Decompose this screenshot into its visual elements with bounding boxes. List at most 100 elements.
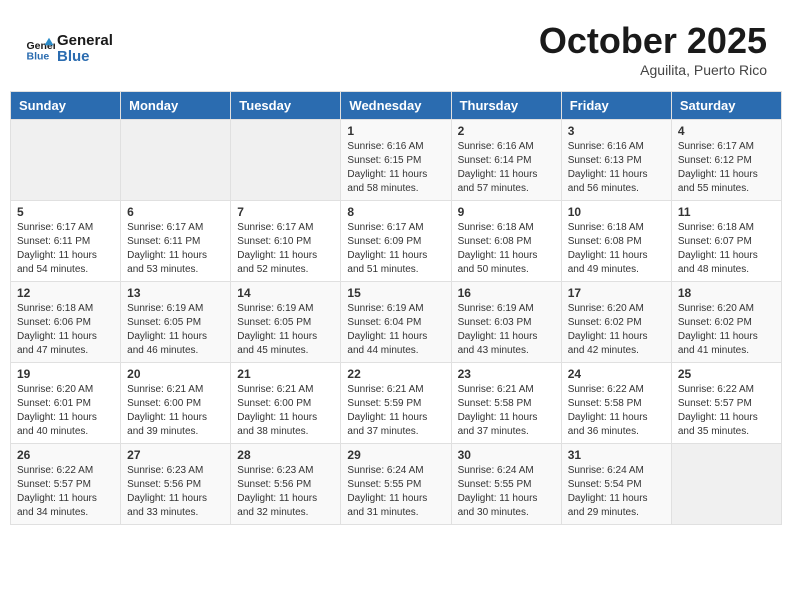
table-row: 9 Sunrise: 6:18 AMSunset: 6:08 PMDaylight… [451,201,561,282]
col-sunday: Sunday [11,92,121,120]
day-number: 15 [347,286,444,300]
calendar-header-row: Sunday Monday Tuesday Wednesday Thursday… [11,92,782,120]
table-row [11,120,121,201]
day-info: Sunrise: 6:19 AMSunset: 6:05 PMDaylight:… [237,302,334,358]
calendar-week-row: 1 Sunrise: 6:16 AMSunset: 6:15 PMDaylight… [11,120,782,201]
title-block: October 2025 Aguilita, Puerto Rico [539,20,767,78]
day-info: Sunrise: 6:20 AMSunset: 6:01 PMDaylight:… [17,383,114,439]
table-row: 26Sunrise: 6:22 AMSunset: 5:57 PMDayligh… [11,444,121,525]
day-info: Sunrise: 6:18 AMSunset: 6:07 PMDaylight:… [678,221,775,277]
day-info: Sunrise: 6:22 AMSunset: 5:57 PMDaylight:… [17,464,114,520]
table-row: 8 Sunrise: 6:17 AMSunset: 6:09 PMDaylight… [341,201,451,282]
day-number: 9 [458,205,555,219]
day-info: Sunrise: 6:17 AMSunset: 6:12 PMDaylight:… [678,140,775,196]
day-number: 12 [17,286,114,300]
day-info: Sunrise: 6:21 AMSunset: 6:00 PMDaylight:… [127,383,224,439]
day-info: Sunrise: 6:16 AMSunset: 6:14 PMDaylight:… [458,140,555,196]
table-row: 31 Sunrise: 6:24 AMSunset: 5:54 PMDayligh… [561,444,671,525]
day-info: Sunrise: 6:19 AMSunset: 6:04 PMDaylight:… [347,302,444,358]
day-info: Sunrise: 6:17 AMSunset: 6:11 PMDaylight:… [127,221,224,277]
day-number: 28 [237,448,334,462]
table-row: 10 Sunrise: 6:18 AMSunset: 6:08 PMDayligh… [561,201,671,282]
table-row: 25Sunrise: 6:22 AMSunset: 5:57 PMDayligh… [671,363,781,444]
calendar-week-row: 12 Sunrise: 6:18 AMSunset: 6:06 PMDayligh… [11,282,782,363]
day-number: 1 [347,124,444,138]
table-row: 29 Sunrise: 6:24 AMSunset: 5:55 PMDayligh… [341,444,451,525]
calendar-week-row: 5 Sunrise: 6:17 AMSunset: 6:11 PMDaylight… [11,201,782,282]
day-info: Sunrise: 6:22 AMSunset: 5:58 PMDaylight:… [568,383,665,439]
day-number: 30 [458,448,555,462]
day-info: Sunrise: 6:24 AMSunset: 5:54 PMDaylight:… [568,464,665,520]
table-row [121,120,231,201]
day-number: 20 [127,367,224,381]
table-row: 16 Sunrise: 6:19 AMSunset: 6:03 PMDayligh… [451,282,561,363]
day-info: Sunrise: 6:20 AMSunset: 6:02 PMDaylight:… [568,302,665,358]
day-number: 18 [678,286,775,300]
day-info: Sunrise: 6:19 AMSunset: 6:03 PMDaylight:… [458,302,555,358]
calendar-week-row: 26Sunrise: 6:22 AMSunset: 5:57 PMDayligh… [11,444,782,525]
day-number: 2 [458,124,555,138]
table-row [671,444,781,525]
table-row: 18 Sunrise: 6:20 AMSunset: 6:02 PMDayligh… [671,282,781,363]
calendar-week-row: 19Sunrise: 6:20 AMSunset: 6:01 PMDayligh… [11,363,782,444]
day-number: 29 [347,448,444,462]
day-info: Sunrise: 6:20 AMSunset: 6:02 PMDaylight:… [678,302,775,358]
logo-icon: General Blue [25,34,55,64]
col-tuesday: Tuesday [231,92,341,120]
table-row: 28 Sunrise: 6:23 AMSunset: 5:56 PMDayligh… [231,444,341,525]
day-info: Sunrise: 6:16 AMSunset: 6:15 PMDaylight:… [347,140,444,196]
table-row: 27 Sunrise: 6:23 AMSunset: 5:56 PMDayligh… [121,444,231,525]
col-monday: Monday [121,92,231,120]
logo-general-text: General [57,32,113,49]
table-row: 14 Sunrise: 6:19 AMSunset: 6:05 PMDayligh… [231,282,341,363]
day-info: Sunrise: 6:18 AMSunset: 6:08 PMDaylight:… [458,221,555,277]
table-row: 21 Sunrise: 6:21 AMSunset: 6:00 PMDayligh… [231,363,341,444]
page-header: General Blue General Blue October 2025 A… [10,10,782,83]
table-row: 3 Sunrise: 6:16 AMSunset: 6:13 PMDaylight… [561,120,671,201]
day-number: 6 [127,205,224,219]
day-number: 16 [458,286,555,300]
table-row: 13Sunrise: 6:19 AMSunset: 6:05 PMDayligh… [121,282,231,363]
day-number: 5 [17,205,114,219]
table-row: 11Sunrise: 6:18 AMSunset: 6:07 PMDayligh… [671,201,781,282]
day-info: Sunrise: 6:16 AMSunset: 6:13 PMDaylight:… [568,140,665,196]
day-info: Sunrise: 6:24 AMSunset: 5:55 PMDaylight:… [347,464,444,520]
day-info: Sunrise: 6:17 AMSunset: 6:10 PMDaylight:… [237,221,334,277]
day-number: 7 [237,205,334,219]
day-number: 27 [127,448,224,462]
day-number: 22 [347,367,444,381]
day-number: 23 [458,367,555,381]
table-row: 30 Sunrise: 6:24 AMSunset: 5:55 PMDayligh… [451,444,561,525]
day-info: Sunrise: 6:21 AMSunset: 5:59 PMDaylight:… [347,383,444,439]
day-info: Sunrise: 6:18 AMSunset: 6:06 PMDaylight:… [17,302,114,358]
day-info: Sunrise: 6:23 AMSunset: 5:56 PMDaylight:… [127,464,224,520]
day-number: 4 [678,124,775,138]
table-row: 6 Sunrise: 6:17 AMSunset: 6:11 PMDaylight… [121,201,231,282]
day-number: 3 [568,124,665,138]
day-number: 14 [237,286,334,300]
day-number: 17 [568,286,665,300]
table-row: 4 Sunrise: 6:17 AMSunset: 6:12 PMDaylight… [671,120,781,201]
calendar-table: Sunday Monday Tuesday Wednesday Thursday… [10,91,782,525]
day-info: Sunrise: 6:23 AMSunset: 5:56 PMDaylight:… [237,464,334,520]
day-info: Sunrise: 6:21 AMSunset: 5:58 PMDaylight:… [458,383,555,439]
col-friday: Friday [561,92,671,120]
table-row: 1 Sunrise: 6:16 AMSunset: 6:15 PMDaylight… [341,120,451,201]
day-number: 31 [568,448,665,462]
table-row: 15 Sunrise: 6:19 AMSunset: 6:04 PMDayligh… [341,282,451,363]
day-number: 24 [568,367,665,381]
logo: General Blue General Blue [25,33,113,66]
location-subtitle: Aguilita, Puerto Rico [539,62,767,78]
table-row: 7 Sunrise: 6:17 AMSunset: 6:10 PMDaylight… [231,201,341,282]
table-row: 24 Sunrise: 6:22 AMSunset: 5:58 PMDayligh… [561,363,671,444]
table-row: 2 Sunrise: 6:16 AMSunset: 6:14 PMDaylight… [451,120,561,201]
day-info: Sunrise: 6:17 AMSunset: 6:09 PMDaylight:… [347,221,444,277]
day-info: Sunrise: 6:24 AMSunset: 5:55 PMDaylight:… [458,464,555,520]
day-number: 13 [127,286,224,300]
col-thursday: Thursday [451,92,561,120]
day-info: Sunrise: 6:18 AMSunset: 6:08 PMDaylight:… [568,221,665,277]
day-number: 21 [237,367,334,381]
day-info: Sunrise: 6:21 AMSunset: 6:00 PMDaylight:… [237,383,334,439]
day-number: 8 [347,205,444,219]
day-number: 10 [568,205,665,219]
